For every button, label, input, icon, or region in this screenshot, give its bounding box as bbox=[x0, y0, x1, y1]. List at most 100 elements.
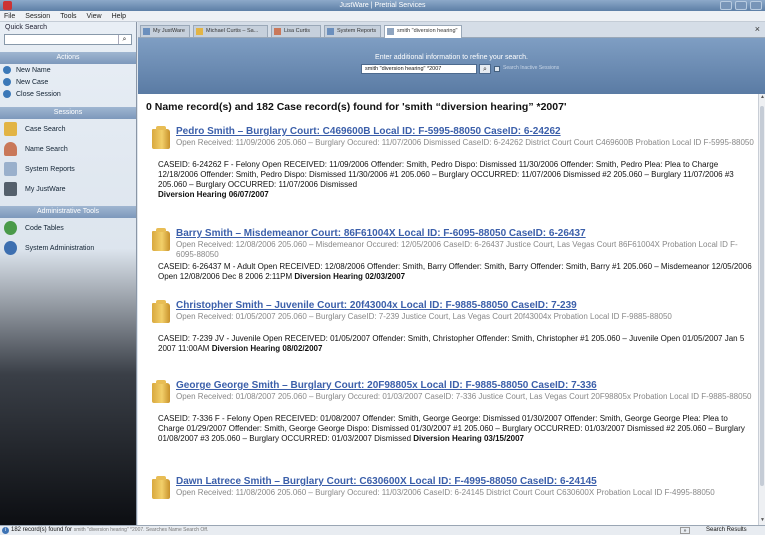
sidebar-item-new-case[interactable]: New Case bbox=[0, 76, 136, 88]
close-window-button[interactable] bbox=[750, 1, 762, 10]
tab-label: Michael Curtis – Sa... bbox=[206, 28, 259, 34]
sidebar-item-label: System Reports bbox=[25, 165, 75, 173]
tab-system-reports[interactable]: System Reports bbox=[324, 25, 381, 37]
diversion-hearing: Diversion Hearing 02/03/2007 bbox=[294, 272, 406, 281]
search-results: 0 Name record(s) and 182 Case record(s) … bbox=[138, 94, 758, 525]
results-summary: 0 Name record(s) and 182 Case record(s) … bbox=[146, 101, 567, 113]
results-scrollbar[interactable]: ▲ ▼ bbox=[758, 94, 765, 525]
status-query: smith "diversion hearing" *2007. Searche… bbox=[73, 527, 209, 533]
sidebar-item-label: Close Session bbox=[16, 90, 61, 98]
refine-search-input[interactable]: smith "diversion hearing" *2007 bbox=[361, 64, 477, 74]
sidebar: Quick Search ⌕ Actions New Name New Case… bbox=[0, 22, 137, 525]
info-icon: i bbox=[2, 527, 9, 534]
window-title: JustWare | Pretrial Services bbox=[339, 2, 426, 9]
menu-session[interactable]: Session bbox=[25, 11, 50, 21]
actions-header: Actions bbox=[0, 52, 136, 64]
new-case-icon bbox=[3, 78, 11, 86]
record-link[interactable]: Christopher Smith – Juvenile Court: 20f4… bbox=[176, 300, 577, 311]
quick-search-label: Quick Search bbox=[5, 24, 48, 31]
close-session-icon bbox=[3, 90, 11, 98]
new-name-icon bbox=[3, 66, 11, 74]
sidebar-item-my-justware[interactable]: My JustWare bbox=[0, 179, 136, 199]
folder-icon bbox=[152, 126, 170, 149]
search-icon: ⌕ bbox=[483, 66, 487, 73]
tab-my-justware[interactable]: My JustWare bbox=[140, 25, 190, 37]
record-meta: Open Received: 11/09/2006 205.060 – Burg… bbox=[176, 138, 754, 147]
sidebar-item-label: My JustWare bbox=[25, 185, 66, 193]
diversion-hearing: Diversion Hearing 06/07/2007 bbox=[158, 190, 269, 199]
tab-search-results[interactable]: smith "diversion hearing" bbox=[384, 25, 462, 38]
sidebar-item-name-search[interactable]: Name Search bbox=[0, 139, 136, 159]
sidebar-item-close-session[interactable]: Close Session bbox=[0, 88, 136, 100]
record-link[interactable]: Pedro Smith – Burglary Court: C469600B L… bbox=[176, 126, 561, 137]
title-bar: JustWare | Pretrial Services bbox=[0, 0, 765, 11]
status-count: 182 record(s) found for bbox=[11, 527, 73, 533]
settings-gear-icon bbox=[4, 241, 17, 255]
sidebar-item-label: Case Search bbox=[25, 125, 66, 133]
sidebar-item-label: Code Tables bbox=[25, 224, 64, 232]
inactive-sessions-label: Search Inactive Sessions bbox=[503, 65, 560, 71]
diversion-hearing: Diversion Hearing 03/15/2007 bbox=[413, 434, 524, 443]
record-link[interactable]: George George Smith – Burglary Court: 20… bbox=[176, 380, 597, 391]
person-icon bbox=[274, 28, 281, 35]
quick-search-input[interactable]: ⌕ bbox=[4, 34, 132, 45]
record-meta: Open Received: 11/08/2006 205.060 – Burg… bbox=[176, 488, 715, 497]
sidebar-item-label: New Name bbox=[16, 66, 51, 74]
record-detail: CASEID: 7-336 F - Felony Open RECEIVED: … bbox=[158, 414, 756, 444]
maximize-button[interactable] bbox=[735, 1, 747, 10]
refine-message: Enter additional information to refine y… bbox=[375, 54, 528, 61]
scroll-up-icon[interactable]: ▲ bbox=[759, 94, 765, 102]
search-icon[interactable]: ⌕ bbox=[118, 35, 130, 44]
menu-bar: File Session Tools View Help bbox=[0, 11, 765, 22]
record-link[interactable]: Barry Smith – Misdemeanor Court: 86F6100… bbox=[176, 228, 586, 239]
courthouse-icon bbox=[4, 182, 17, 196]
expand-panel-button[interactable]: » bbox=[680, 527, 690, 534]
scroll-down-icon[interactable]: ▼ bbox=[759, 517, 765, 525]
record-meta: Open Received: 01/05/2007 205.060 – Burg… bbox=[176, 312, 672, 321]
refine-panel: Enter additional information to refine y… bbox=[138, 38, 765, 94]
sidebar-item-case-search[interactable]: Case Search bbox=[0, 119, 136, 139]
folder-icon bbox=[152, 380, 170, 403]
sidebar-item-new-name[interactable]: New Name bbox=[0, 64, 136, 76]
inactive-sessions-checkbox[interactable] bbox=[494, 66, 500, 72]
close-tab-icon[interactable]: × bbox=[755, 24, 760, 34]
folder-icon bbox=[152, 300, 170, 323]
menu-tools[interactable]: Tools bbox=[60, 11, 76, 21]
record-detail: CASEID: 6-24262 F - Felony Open RECEIVED… bbox=[158, 160, 756, 200]
record-detail: CASEID: 7-239 JV - Juvenile Open RECEIVE… bbox=[158, 334, 756, 354]
tab-lisa-curtis[interactable]: Lisa Curtis bbox=[271, 25, 321, 37]
tab-label: System Reports bbox=[337, 28, 377, 34]
record-detail-text: CASEID: 6-24262 F - Felony Open RECEIVED… bbox=[158, 160, 734, 189]
sidebar-item-system-reports[interactable]: System Reports bbox=[0, 159, 136, 179]
person-icon bbox=[4, 142, 17, 156]
record-link[interactable]: Dawn Latrece Smith – Burglary Court: C63… bbox=[176, 476, 597, 487]
menu-help[interactable]: Help bbox=[112, 11, 126, 21]
menu-file[interactable]: File bbox=[4, 11, 15, 21]
menu-view[interactable]: View bbox=[87, 11, 102, 21]
sidebar-item-label: New Case bbox=[16, 78, 49, 86]
app-icon bbox=[3, 1, 12, 10]
diversion-hearing: Diversion Hearing 08/02/2007 bbox=[211, 344, 323, 353]
sidebar-item-code-tables[interactable]: Code Tables bbox=[0, 218, 136, 238]
sidebar-item-label: Name Search bbox=[25, 145, 68, 153]
folder-icon bbox=[152, 476, 170, 499]
sidebar-item-system-administration[interactable]: System Administration bbox=[0, 238, 136, 258]
record-detail-text: CASEID: 6-26437 M - Adult Open RECEIVED:… bbox=[158, 262, 752, 281]
tab-michael-curtis[interactable]: Michael Curtis – Sa... bbox=[193, 25, 268, 37]
scroll-thumb[interactable] bbox=[760, 106, 764, 486]
record-detail: CASEID: 6-26437 M - Adult Open RECEIVED:… bbox=[158, 262, 756, 282]
refine-search-button[interactable]: ⌕ bbox=[479, 64, 491, 74]
search-results-panel-label[interactable]: Search Results bbox=[706, 526, 747, 535]
minimize-button[interactable] bbox=[720, 1, 732, 10]
gear-icon bbox=[4, 221, 17, 235]
report-icon bbox=[327, 28, 334, 35]
tab-label: smith "diversion hearing" bbox=[397, 28, 458, 34]
sessions-header: Sessions bbox=[0, 107, 136, 119]
folder-icon bbox=[152, 228, 170, 251]
status-bar: i 182 record(s) found for smith "diversi… bbox=[0, 525, 765, 535]
admin-tools-header: Administrative Tools bbox=[0, 206, 136, 218]
folder-icon bbox=[196, 28, 203, 35]
status-text: 182 record(s) found for smith "diversion… bbox=[11, 526, 208, 535]
record-meta: Open Received: 12/08/2006 205.060 – Misd… bbox=[176, 240, 738, 259]
tab-label: Lisa Curtis bbox=[284, 28, 310, 34]
